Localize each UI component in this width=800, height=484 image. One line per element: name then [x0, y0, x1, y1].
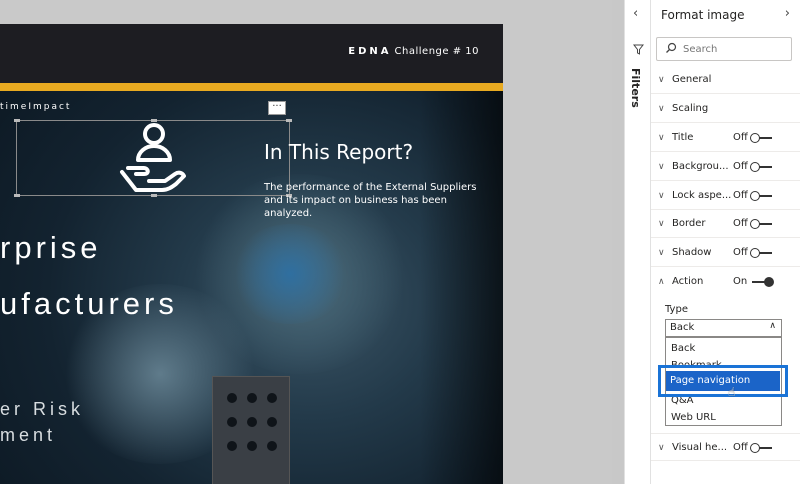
brand-text: EDNA Challenge # 10 [348, 46, 479, 57]
section-label: Backgrou... [672, 161, 729, 172]
accent-stripe [0, 83, 503, 91]
chevron-down-icon: ∨ [658, 162, 665, 172]
section-general[interactable]: ∨ General [651, 66, 800, 94]
section-visual-header[interactable]: ∨ Visual he... Off [651, 433, 800, 461]
big-heading-line1: rprise [0, 230, 102, 265]
section-label: Action [672, 276, 704, 287]
report-canvas: EDNA Challenge # 10 timeImpact ··· In Th… [0, 0, 612, 484]
search-icon [666, 42, 677, 53]
chevron-down-icon: ∨ [658, 191, 665, 201]
shadow-toggle[interactable] [750, 248, 772, 258]
screen: EDNA Challenge # 10 timeImpact ··· In Th… [0, 0, 800, 484]
visual-header-toggle[interactable] [750, 443, 772, 453]
subheading-line2: ment [0, 425, 57, 445]
chevron-down-icon: ∨ [658, 443, 665, 453]
toggle-state-text: Off [733, 247, 748, 258]
toggle-state-text: Off [733, 218, 748, 229]
section-action[interactable]: ∧ Action On [651, 268, 800, 296]
toggle-state-text: On [733, 276, 748, 287]
toggle-state-text: Off [733, 161, 748, 172]
section-label: Border [672, 218, 706, 229]
hand-cursor-icon: ☝ [728, 385, 736, 399]
toggle-state-text: Off [733, 190, 748, 201]
chevron-down-icon: ∨ [658, 133, 665, 143]
subheading-line1: er Risk [0, 399, 85, 419]
chevron-down-icon: ∨ [658, 104, 665, 114]
report-title: In This Report? [264, 140, 414, 164]
toggle-state-text: Off [733, 132, 748, 143]
lock-aspect-toggle[interactable] [750, 191, 772, 201]
section-label: General [672, 74, 712, 85]
chevron-up-icon: ∧ [769, 321, 776, 331]
photo-shade [420, 91, 503, 484]
section-label: Title [672, 132, 694, 143]
action-toggle[interactable] [752, 277, 774, 287]
chevron-down-icon: ∨ [658, 75, 665, 85]
type-label: Type [665, 304, 688, 315]
hand-person-icon [120, 123, 186, 192]
section-shadow[interactable]: ∨ Shadow Off [651, 239, 800, 267]
funnel-icon [633, 44, 644, 55]
chevron-down-icon: ∨ [658, 219, 665, 229]
report-header: EDNA Challenge # 10 [0, 24, 503, 83]
photo-metal-box [212, 376, 290, 484]
option-back[interactable]: Back [671, 343, 695, 354]
type-select-value: Back [670, 322, 695, 333]
section-scaling[interactable]: ∨ Scaling [651, 95, 800, 123]
chevron-left-icon[interactable]: ‹ [633, 6, 638, 21]
section-label: Lock aspe... [672, 190, 732, 201]
format-pane: Format image › ∨ General ∨ Scaling ∨ Tit… [651, 0, 800, 484]
section-label: Scaling [672, 103, 709, 114]
section-lock-aspect[interactable]: ∨ Lock aspe... Off [651, 182, 800, 210]
report-description: The performance of the External Supplier… [264, 182, 477, 219]
more-options-button[interactable]: ··· [268, 101, 286, 115]
brand-rest: Challenge # 10 [394, 46, 479, 57]
pane-title: Format image [661, 8, 745, 22]
big-heading-line2: ufacturers [0, 286, 178, 321]
section-label: Visual he... [672, 442, 728, 453]
photo-area-mask [230, 224, 350, 324]
filters-label[interactable]: Filters [629, 68, 642, 108]
chevron-up-icon: ∧ [658, 277, 665, 287]
search-box[interactable] [656, 37, 792, 61]
filters-pane-collapsed[interactable]: ‹ Filters [624, 0, 651, 484]
section-title[interactable]: ∨ Title Off [651, 124, 800, 152]
report-page: EDNA Challenge # 10 timeImpact ··· In Th… [0, 24, 503, 484]
search-input[interactable] [683, 41, 787, 57]
title-toggle[interactable] [750, 133, 772, 143]
toggle-state-text: Off [733, 442, 748, 453]
option-web-url[interactable]: Web URL [671, 412, 716, 423]
brand-bold: EDNA [348, 46, 392, 57]
border-toggle[interactable] [750, 219, 772, 229]
chevron-right-icon[interactable]: › [785, 6, 790, 21]
chevron-down-icon: ∨ [658, 248, 665, 258]
background-toggle[interactable] [750, 162, 772, 172]
section-label: Shadow [672, 247, 712, 258]
highlight-box [658, 365, 788, 397]
section-background[interactable]: ∨ Backgrou... Off [651, 153, 800, 181]
section-border[interactable]: ∨ Border Off [651, 210, 800, 238]
type-select[interactable]: Back ∧ [665, 319, 782, 337]
hashtag-text: timeImpact [0, 102, 72, 112]
